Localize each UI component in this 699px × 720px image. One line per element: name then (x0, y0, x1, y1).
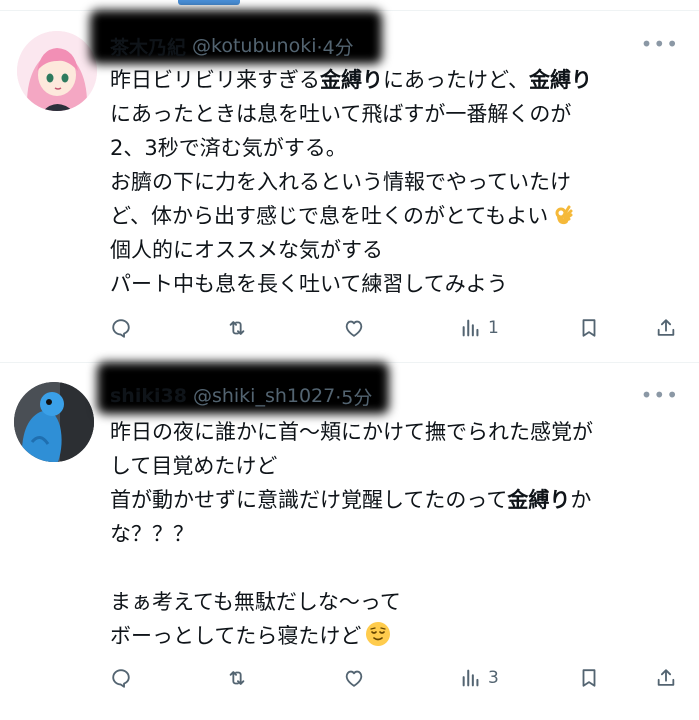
tweet-header: 茶木乃紀 @kotubunoki ·4分 (110, 30, 354, 62)
text-segment: 昨日の夜に誰かに首〜頬にかけて撫でられた感覚が (110, 420, 593, 444)
relieved-face-icon (365, 621, 391, 657)
text-segment: にあったけど、 (383, 68, 529, 92)
tweet-text-line (110, 551, 690, 585)
tweet-text-line: ボーっとしてたら寝たけど (110, 619, 690, 653)
tweet-text-line: 首が動かせずに意識だけ覚醒してたのって金縛りか (110, 483, 690, 517)
more-options-icon[interactable]: ••• (641, 32, 679, 56)
tweet-text-line: 昨日の夜に誰かに首〜頬にかけて撫でられた感覚が (110, 415, 690, 449)
text-segment: パート中も息を長く吐いて練習してみよう (110, 272, 508, 296)
views-icon (462, 669, 479, 687)
highlighted-keyword: 金縛り (320, 68, 383, 92)
share-button[interactable] (655, 663, 677, 693)
tweet-text-line: して目覚めたけど (110, 449, 690, 483)
views-count: 3 (488, 668, 499, 688)
bookmark-button[interactable] (578, 313, 600, 343)
text-segment: 個人的にオススメな気がする (110, 238, 383, 262)
retweet-button[interactable] (226, 313, 248, 343)
ok-hand-icon (552, 203, 576, 237)
text-segment: 首が動かせずに意識だけ覚醒してたのって (110, 488, 508, 512)
text-segment: お臍の下に力を入れるという情報でやっていたけ (110, 170, 571, 194)
text-segment: ボーっとしてたら寝たけど (110, 624, 362, 648)
tweet-text-line: 個人的にオススメな気がする (110, 233, 690, 267)
tweet-text-line: ど、体から出す感じで息を吐くのがとてもよい (110, 199, 690, 233)
bookmark-icon (582, 319, 596, 337)
retweet-icon (229, 321, 245, 335)
views-button[interactable]: 1 (460, 313, 499, 343)
text-segment: 昨日ビリビリ来すぎる (110, 68, 320, 92)
tweet-text-line: にあったときは息を吐いて飛ばすが一番解くのが (110, 97, 690, 131)
tweet-text-line: お臍の下に力を入れるという情報でやっていたけ (110, 165, 690, 199)
highlighted-keyword: 金縛り (507, 488, 571, 512)
tweet-actions: 1 (0, 313, 699, 343)
like-icon (345, 670, 363, 687)
like-button[interactable] (343, 663, 365, 693)
share-icon (657, 669, 675, 686)
tweet-text: 昨日の夜に誰かに首〜頬にかけて撫でられた感覚が して目覚めたけど首が動かせずに意識… (110, 415, 690, 653)
reply-button[interactable] (110, 663, 132, 693)
tweet-text-line: 昨日ビリビリ来すぎる金縛りにあったけど、金縛り (110, 63, 690, 97)
tweet-text-line: 2、3秒で済む気がする。 (110, 131, 690, 165)
like-button[interactable] (343, 313, 365, 343)
timestamp[interactable]: ·5分 (335, 383, 372, 410)
highlighted-keyword: 金縛り (528, 68, 592, 92)
timestamp[interactable]: ·4分 (317, 33, 354, 60)
bookmark-icon (582, 669, 596, 687)
tweet-actions: 3 (0, 663, 699, 693)
reply-icon (112, 319, 130, 338)
tweet-text-line: パート中も息を長く吐いて練習してみよう (110, 267, 690, 301)
text-segment: まぁ考えても無駄だしな〜って (110, 590, 401, 614)
like-icon (345, 320, 363, 337)
reply-icon (112, 669, 130, 688)
text-segment: か (570, 488, 592, 512)
username[interactable]: @kotubunoki (192, 35, 317, 57)
display-name[interactable]: 茶木乃紀 (110, 33, 186, 60)
reply-button[interactable] (110, 313, 132, 343)
tweet-header: shiki38 @shiki_sh1027 ·5分 (110, 380, 372, 412)
retweet-icon (229, 671, 245, 685)
text-segment: 2、3秒で済む気がする。 (110, 136, 347, 160)
share-icon (657, 319, 675, 336)
username[interactable]: @shiki_sh1027 (193, 385, 335, 407)
bookmark-button[interactable] (578, 663, 600, 693)
more-options-icon[interactable]: ••• (641, 383, 679, 407)
avatar[interactable] (17, 31, 97, 111)
text-segment: して目覚めたけど (110, 454, 278, 478)
tweet-text-line: な？？？ (110, 517, 690, 551)
avatar[interactable] (14, 382, 94, 462)
tweet-text-line: まぁ考えても無駄だしな〜って (110, 585, 690, 619)
retweet-button[interactable] (226, 663, 248, 693)
tweet-text: 昨日ビリビリ来すぎる金縛りにあったけど、金縛り にあったときは息を吐いて飛ばすが一… (110, 63, 690, 301)
text-segment: にあったときは息を吐いて飛ばすが一番解くのが (110, 102, 572, 126)
display-name[interactable]: shiki38 (110, 385, 187, 407)
views-icon (462, 319, 479, 337)
text-segment: ど、体から出す感じで息を吐くのがとてもよい (110, 204, 549, 228)
views-button[interactable]: 3 (460, 663, 499, 693)
share-button[interactable] (655, 313, 677, 343)
views-count: 1 (488, 318, 499, 338)
text-segment: な？？？ (110, 522, 194, 546)
